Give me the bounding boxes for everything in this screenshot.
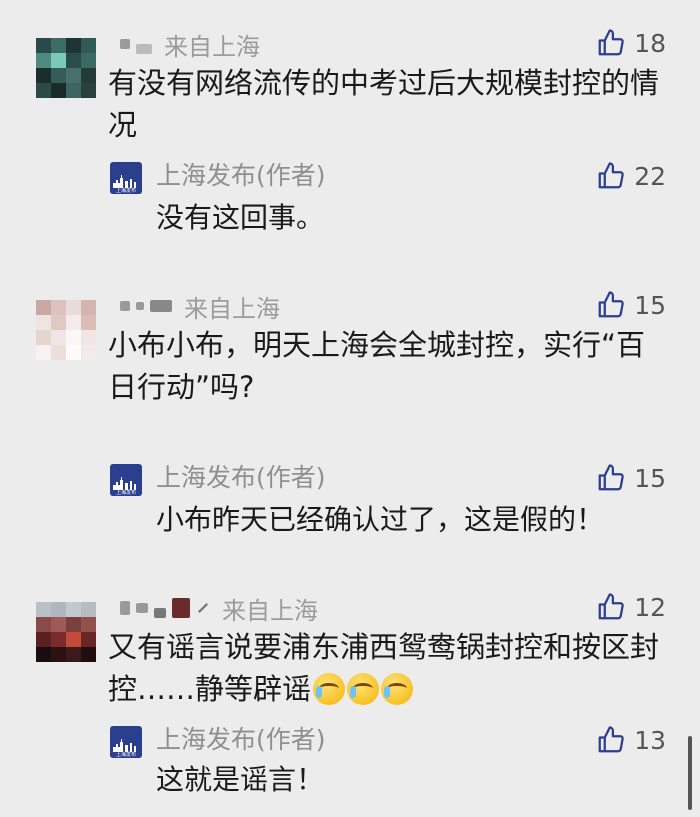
location-label: 来自上海 bbox=[222, 596, 318, 625]
thumbs-up-icon bbox=[598, 291, 624, 318]
like-button[interactable]: 12 bbox=[596, 591, 666, 623]
like-count: 15 bbox=[634, 463, 666, 493]
avatar[interactable] bbox=[36, 300, 96, 360]
thumbs-up-icon bbox=[598, 162, 624, 189]
like-button[interactable]: 22 bbox=[596, 160, 666, 192]
comment-text: 小布小布，明天上海会全城封控，实行“百日行动”吗? bbox=[108, 328, 646, 404]
reply-author[interactable]: 上海发布(作者) bbox=[156, 160, 326, 192]
avatar[interactable] bbox=[36, 602, 96, 662]
crying-laughing-emoji bbox=[347, 673, 380, 705]
location-label: 来自上海 bbox=[184, 294, 280, 323]
skyline-icon bbox=[113, 175, 136, 188]
like-count: 15 bbox=[634, 290, 666, 320]
publisher-logo-text: 上海发布 bbox=[110, 188, 142, 194]
publisher-avatar[interactable]: 上海发布 bbox=[110, 162, 142, 194]
commenter-name[interactable]: 来自上海 bbox=[120, 594, 318, 625]
reply-author[interactable]: 上海发布(作者) bbox=[156, 724, 326, 756]
thumbs-up-icon bbox=[598, 29, 624, 56]
like-button[interactable]: 18 bbox=[596, 27, 666, 59]
reply-author[interactable]: 上海发布(作者) bbox=[156, 462, 326, 494]
publisher-logo-text: 上海发布 bbox=[110, 752, 142, 758]
publisher-avatar[interactable]: 上海发布 bbox=[110, 464, 142, 496]
commenter-name[interactable]: 来自上海 bbox=[120, 292, 280, 323]
thumbs-up-icon bbox=[598, 726, 624, 753]
like-count: 12 bbox=[634, 592, 666, 622]
like-count: 18 bbox=[634, 28, 666, 58]
like-button[interactable]: 15 bbox=[596, 289, 666, 321]
publisher-logo-text: 上海发布 bbox=[110, 490, 142, 496]
commenter-name[interactable]: 来自上海 bbox=[120, 30, 260, 61]
publisher-avatar[interactable]: 上海发布 bbox=[110, 726, 142, 758]
location-label: 来自上海 bbox=[164, 32, 260, 61]
reply-text: 这就是谣言！ bbox=[156, 763, 325, 796]
chevron-icon bbox=[198, 603, 208, 613]
avatar[interactable] bbox=[36, 38, 96, 98]
like-button[interactable]: 15 bbox=[596, 462, 666, 494]
crying-laughing-emoji bbox=[313, 673, 346, 705]
like-count: 13 bbox=[634, 725, 666, 755]
crying-laughing-emoji bbox=[381, 673, 414, 705]
reply-text: 没有这回事。 bbox=[156, 201, 325, 234]
comment-text: 又有谣言说要浦东浦西鸳鸯锅封控和按区封控……静等辟谣 bbox=[108, 626, 668, 710]
comment-text: 有没有网络流传的中考过后大规模封控的情况 bbox=[108, 66, 660, 142]
scrollbar[interactable] bbox=[688, 736, 692, 810]
reply-text: 小布昨天已经确认过了，这是假的！ bbox=[156, 503, 605, 536]
skyline-icon bbox=[113, 739, 136, 752]
like-button[interactable]: 13 bbox=[596, 724, 666, 756]
thumbs-up-icon bbox=[598, 593, 624, 620]
thumbs-up-icon bbox=[598, 464, 624, 491]
like-count: 22 bbox=[634, 161, 666, 191]
skyline-icon bbox=[113, 477, 136, 490]
